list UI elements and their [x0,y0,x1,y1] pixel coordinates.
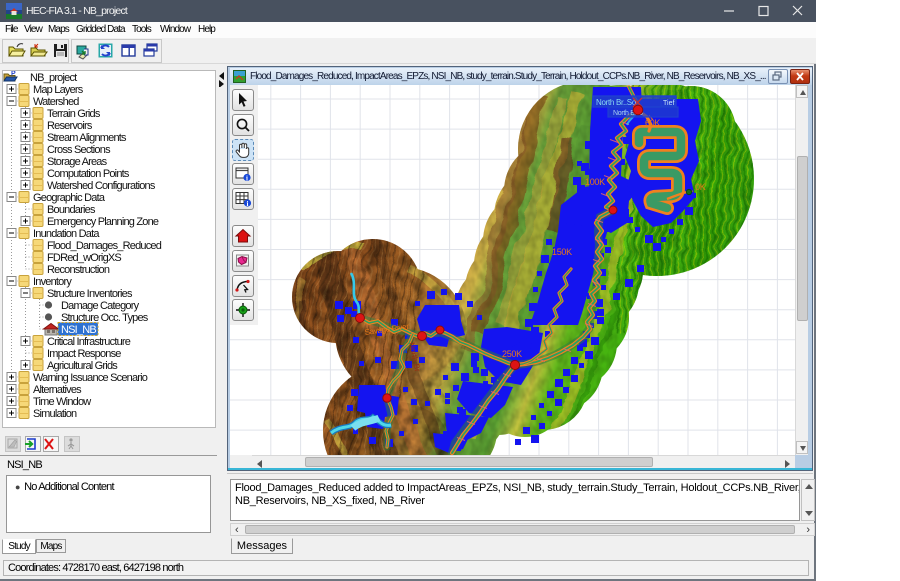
svg-text:Watershed Configurations: Watershed Configurations [47,180,156,192]
svg-text:Terrain Grids: Terrain Grids [47,108,101,120]
svg-text:Watershed: Watershed [33,96,79,108]
svg-text:Alternatives: Alternatives [33,384,82,396]
svg-text:North Br..So: North Br..So [596,98,637,107]
svg-text:NB_project: NB_project [30,72,77,84]
svg-text:FDRed_wOrigXS: FDRed_wOrigXS [47,252,121,264]
svg-text:i: i [247,200,249,208]
svg-text:Warning Issuance Scenario: Warning Issuance Scenario [33,372,148,384]
svg-text:Inundation Data: Inundation Data [33,228,100,240]
svg-text:Cross Sections: Cross Sections [47,144,111,156]
svg-text:0K: 0K [695,182,706,192]
svg-text:Simulation: Simulation [33,408,77,420]
svg-text:Impact Response: Impact Response [47,348,121,360]
svg-text:250K: 250K [502,349,522,359]
svg-text:Inventory: Inventory [33,276,72,288]
svg-text:Stream Alignments: Stream Alignments [47,132,127,144]
svg-text:i: i [246,174,248,182]
svg-text:Time Window: Time Window [33,396,91,408]
svg-text:NSI_NB: NSI_NB [61,324,96,336]
svg-text:Damage Category: Damage Category [61,300,140,312]
svg-text:Reservoirs: Reservoirs [47,120,93,132]
svg-text:Reconstruction: Reconstruction [47,264,110,276]
svg-text:Geographic Data: Geographic Data [33,192,106,204]
svg-text:Flood_Damages_Reduced: Flood_Damages_Reduced [47,240,162,252]
svg-text:Structure Inventories: Structure Inventories [47,288,133,300]
svg-text:100K: 100K [585,177,605,187]
svg-text:Agricultural Grids: Agricultural Grids [47,360,118,372]
svg-text:Storage Areas: Storage Areas [47,156,108,168]
svg-text:150K: 150K [552,247,572,257]
svg-text:Map Layers: Map Layers [33,84,84,96]
svg-text:Computation Points: Computation Points [47,168,130,180]
svg-text:Critical Infrastructure: Critical Infrastructure [47,336,131,348]
svg-text:Emergency Planning Zone: Emergency Planning Zone [47,216,159,228]
svg-text:Tief: Tief [663,100,674,107]
svg-text:Boundaries: Boundaries [47,204,96,216]
